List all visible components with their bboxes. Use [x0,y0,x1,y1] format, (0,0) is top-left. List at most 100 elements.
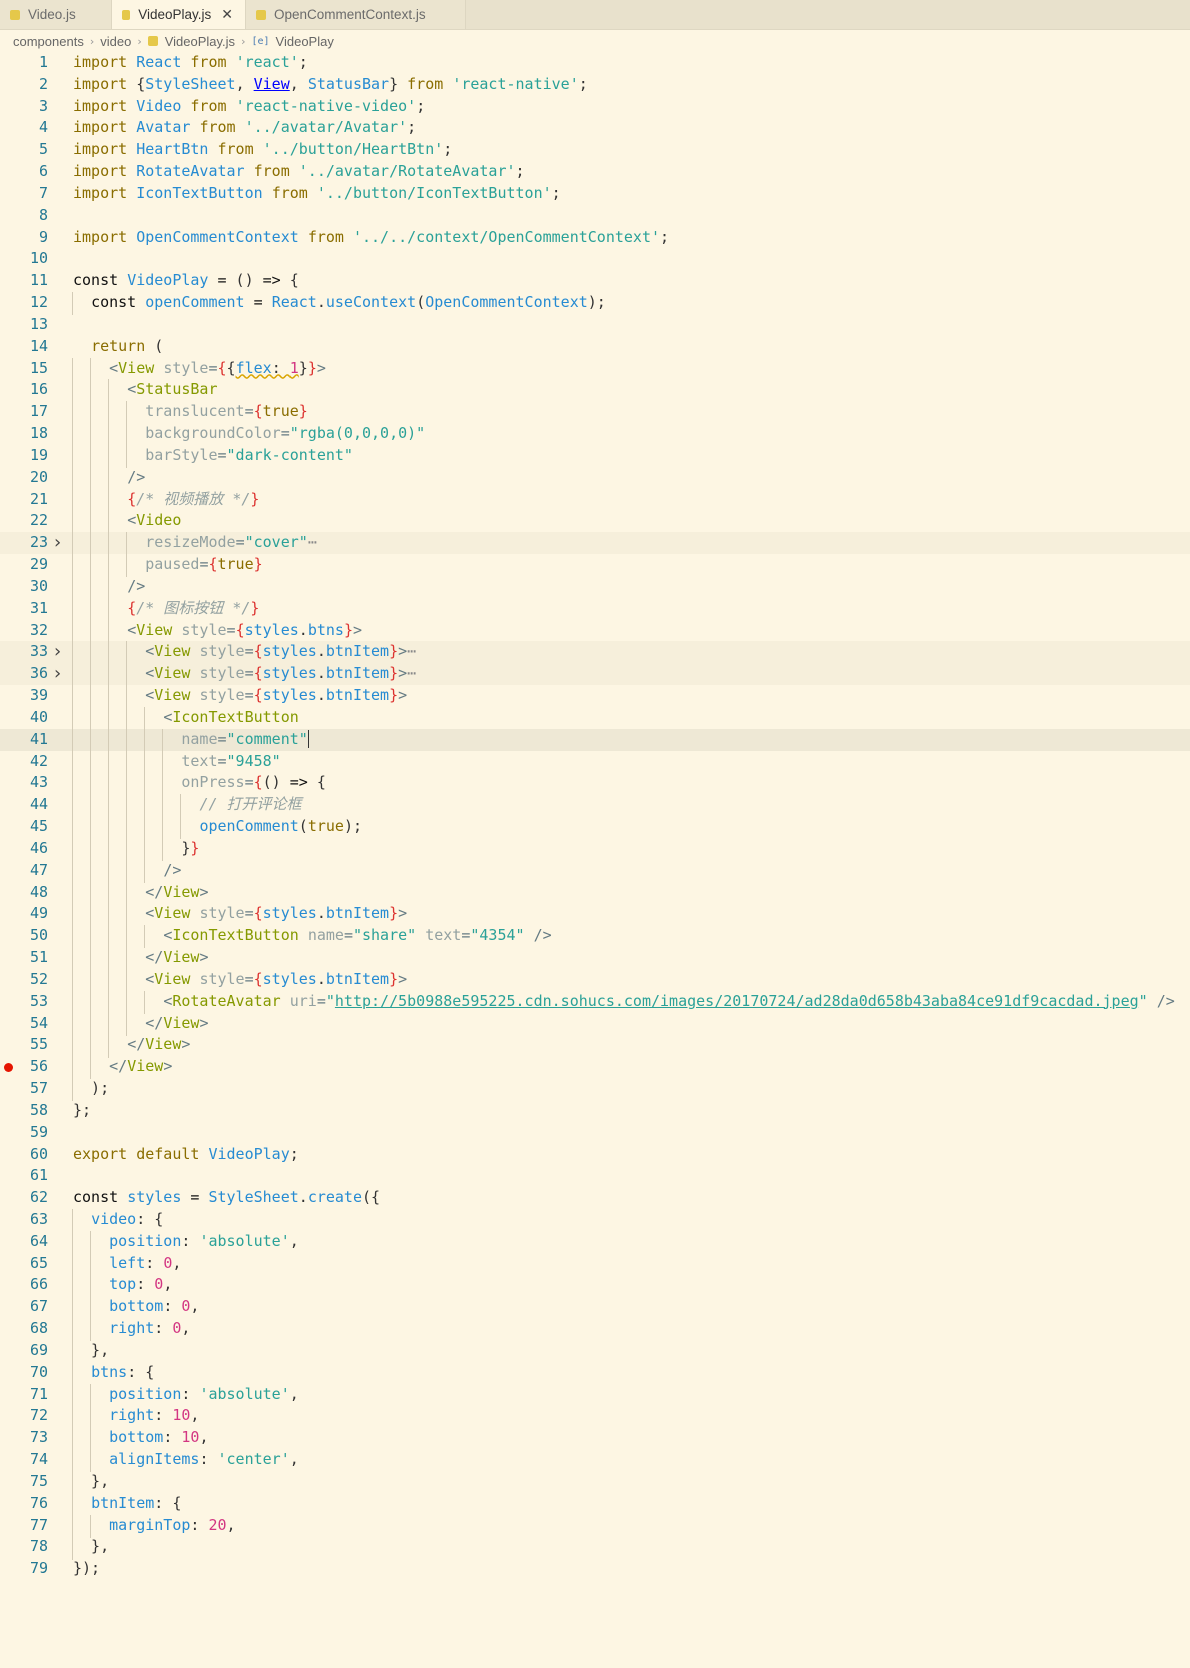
code-line[interactable]: 60 export default VideoPlay; [0,1144,1190,1166]
code-line[interactable]: 32 <View style={styles.btns}> [0,619,1190,643]
code-line[interactable]: 15 <View style={{flex: 1}}> [0,357,1190,381]
code-line[interactable]: 58}; [0,1100,1190,1122]
code-line[interactable]: 33 › <View style={styles.btnItem}>⋯ [0,641,1190,665]
code-line[interactable]: 2 import {StyleSheet, View, StatusBar} fr… [0,74,1190,96]
code-line[interactable]: 78 }, [0,1536,1190,1560]
code-line[interactable]: 10 [0,248,1190,270]
code-line[interactable]: 4 import Avatar from '../avatar/Avatar'; [0,117,1190,139]
code-line[interactable]: 76 btnItem: { [0,1492,1190,1516]
code-line[interactable]: 17 translucent={true} [0,401,1190,425]
code-text: <View style={styles.btnItem}> [72,685,407,709]
chevron-right-icon[interactable]: › [54,641,61,663]
line-number: 52 [29,969,48,988]
code-line[interactable]: 47 /> [0,859,1190,883]
line-number: 51 [29,948,48,967]
breadcrumb-item-file[interactable]: VideoPlay.js [165,34,235,49]
code-line[interactable]: 11 const VideoPlay = () => { [0,270,1190,292]
code-line[interactable]: 40 <IconTextButton [0,706,1190,731]
code-text: </View> [72,1012,208,1036]
js-file-icon [147,36,158,46]
tab-opencommentcontext-js[interactable]: OpenCommentContext.js [246,0,466,29]
code-line[interactable]: 75 }, [0,1470,1190,1495]
code-line[interactable]: 18 backgroundColor="rgba(0,0,0,0)" [0,423,1190,447]
code-line[interactable]: 70 btns: { [0,1361,1190,1385]
code-line[interactable]: 43 onPress={() => { [0,772,1190,796]
code-line[interactable]: 56 </View> [0,1056,1190,1080]
code-line[interactable]: 21 {/* 视频播放 */} [0,488,1190,512]
code-line[interactable]: 13 [0,314,1190,336]
code-text: translucent={true} [72,401,308,425]
code-line[interactable]: 7 import IconTextButton from '../button/I… [0,183,1190,205]
breadcrumb-item-symbol[interactable]: VideoPlay [276,34,334,49]
tab-videoplay-js[interactable]: VideoPlay.js ✕ [112,0,246,29]
chevron-right-icon[interactable]: › [54,663,61,685]
code-line[interactable]: 53 <RotateAvatar uri="http://5b0988e5952… [0,990,1190,1014]
tab-video-js[interactable]: Video.js [0,0,112,29]
code-line[interactable]: 49 <View style={styles.btnItem}> [0,903,1190,927]
chevron-right-icon[interactable]: › [54,532,61,554]
code-line[interactable]: 48 </View> [0,881,1190,905]
code-line[interactable]: 16 <StatusBar [0,379,1190,403]
code-line[interactable]: 74 alignItems: 'center', [0,1449,1190,1473]
line-number: 22 [29,511,48,530]
line-number: 72 [29,1406,48,1425]
code-line[interactable]: 51 </View> [0,947,1190,971]
code-line[interactable]: 6 import RotateAvatar from '../avatar/Rot… [0,161,1190,183]
code-line[interactable]: 44 // 打开评论框 [0,794,1190,818]
code-line[interactable]: 39 <View style={styles.btnItem}> [0,685,1190,709]
code-text: right: 10, [72,1405,199,1429]
line-number: 54 [29,1013,48,1032]
line-number: 77 [29,1515,48,1534]
code-line[interactable]: 65 left: 0, [0,1252,1190,1276]
code-line[interactable]: 30 /> [0,575,1190,600]
code-line[interactable]: 29 paused={true} [0,554,1190,578]
code-line[interactable]: 72 right: 10, [0,1405,1190,1429]
code-line[interactable]: 1 import React from 'react'; [0,52,1190,74]
line-number: 3 [38,96,48,115]
code-line[interactable]: 71 position: 'absolute', [0,1383,1190,1407]
code-line[interactable]: 69 }, [0,1339,1190,1364]
symbol-variable-icon: [e] [251,35,270,47]
code-line[interactable]: 79}); [0,1558,1190,1580]
code-line[interactable]: 59 [0,1122,1190,1144]
code-line[interactable]: 9 import OpenCommentContext from '../../c… [0,227,1190,249]
code-line[interactable]: 64 position: 'absolute', [0,1230,1190,1254]
code-line[interactable]: 61 [0,1165,1190,1187]
code-text: }, [72,1339,109,1364]
code-text: export default VideoPlay; [73,1144,299,1163]
code-line[interactable]: 3 import Video from 'react-native-video'; [0,96,1190,118]
code-text: import React from 'react'; [73,53,308,71]
code-line[interactable]: 42 text="9458" [0,750,1190,774]
code-line[interactable]: 45 openComment(true); [0,816,1190,840]
code-line[interactable]: 19 barStyle="dark-content" [0,444,1190,469]
code-line[interactable]: 62 const styles = StyleSheet.create({ [0,1187,1190,1209]
code-line[interactable]: 5 import HeartBtn from '../button/HeartBt… [0,139,1190,161]
code-editor[interactable]: 1 import React from 'react'; 2 import {Styl… [0,52,1190,1668]
code-line[interactable]: 46 }} [0,837,1190,862]
code-line[interactable]: 66 top: 0, [0,1274,1190,1298]
code-line[interactable]: 20 /> [0,466,1190,490]
close-icon[interactable]: ✕ [221,7,233,23]
code-line[interactable]: 36 › <View style={styles.btnItem}>⋯ [0,663,1190,687]
code-text: <StatusBar [72,379,218,403]
breadcrumb-item-video[interactable]: video [100,34,131,49]
code-line[interactable]: 73 bottom: 10, [0,1427,1190,1451]
code-line[interactable]: 12 const openComment = React.useContext(… [0,292,1190,316]
code-line[interactable]: 67 bottom: 0, [0,1296,1190,1320]
code-line[interactable]: 52 <View style={styles.btnItem}> [0,968,1190,993]
code-line[interactable]: 63 video: { [0,1208,1190,1233]
line-number: 50 [29,926,48,945]
code-line[interactable]: 55 </View> [0,1034,1190,1058]
code-line[interactable]: 54 </View> [0,1012,1190,1036]
code-line[interactable]: 41 name="comment" [0,728,1190,752]
code-line[interactable]: 31 {/* 图标按钮 */} [0,597,1190,621]
code-line[interactable]: 77 marginTop: 20, [0,1514,1190,1538]
code-line[interactable]: 68 right: 0, [0,1318,1190,1342]
code-line[interactable]: 8 [0,205,1190,227]
code-line[interactable]: 22 <Video [0,510,1190,534]
breadcrumb-item-components[interactable]: components [13,34,84,49]
code-line[interactable]: 57 ); [0,1078,1190,1102]
code-line[interactable]: 14 return ( [0,336,1190,358]
code-line[interactable]: 50 <IconTextButton name="share" text="43… [0,925,1190,949]
code-line[interactable]: 23 › resizeMode="cover"⋯ [0,532,1190,556]
